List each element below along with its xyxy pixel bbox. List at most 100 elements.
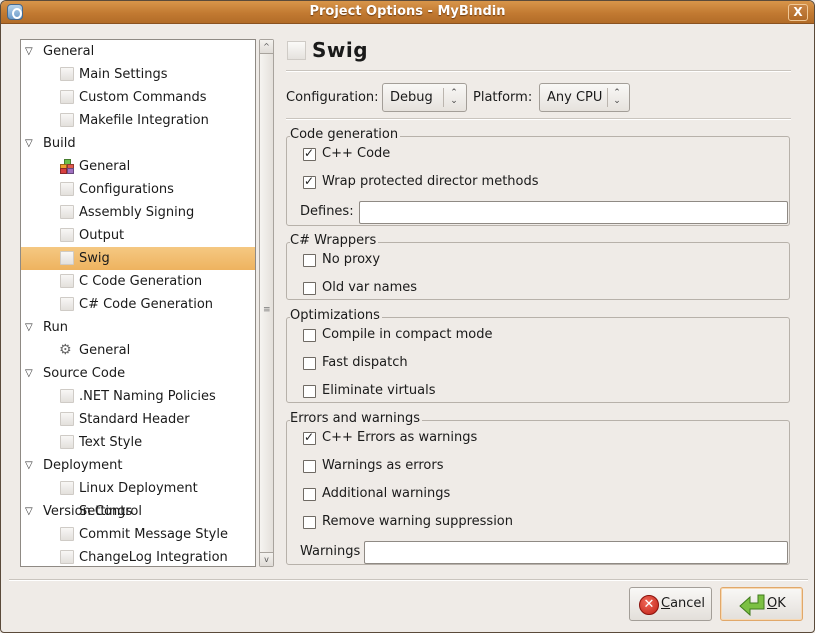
cancel-label-rest: ancel	[670, 596, 706, 611]
tree-item-csharp-code-generation[interactable]: C# Code Generation	[21, 293, 255, 316]
tree-item-output[interactable]: Output	[21, 224, 255, 247]
blank-page-icon	[60, 297, 74, 311]
blank-page-icon	[60, 67, 74, 81]
fast-dispatch-label: Fast dispatch	[322, 355, 408, 370]
expander-icon[interactable]: ▽	[25, 40, 33, 63]
cancel-icon: ✕	[639, 595, 659, 615]
cancel-mnemonic: C	[661, 596, 671, 611]
tree-category-deployment[interactable]: ▽ Deployment	[21, 454, 255, 477]
warnings-input[interactable]	[364, 541, 788, 564]
old-var-names-checkbox[interactable]	[303, 282, 316, 295]
tree-item-label: C Code Generation	[79, 274, 203, 289]
tree-category-general[interactable]: ▽ General	[21, 40, 255, 63]
tree-item-label: Swig	[79, 251, 110, 266]
ok-button[interactable]: OK	[720, 587, 803, 621]
wrap-protected-checkbox[interactable]	[303, 174, 316, 189]
configuration-label: Configuration:	[286, 90, 379, 105]
tree-item-configurations[interactable]: Configurations	[21, 178, 255, 201]
tree-category-label: Build	[43, 136, 76, 151]
project-options-dialog: Project Options - MyBindin X ▽ General M…	[0, 0, 815, 633]
remove-warning-suppression-label: Remove warning suppression	[322, 514, 514, 529]
tree-category-source-code[interactable]: ▽ Source Code	[21, 362, 255, 385]
combo-divider	[443, 88, 444, 107]
expander-icon[interactable]: ▽	[25, 316, 33, 339]
tree-scrollbar[interactable]: ^ ≡ v	[259, 39, 274, 567]
tree-item-text-style[interactable]: Text Style	[21, 431, 255, 454]
fast-dispatch-checkbox[interactable]	[303, 357, 316, 370]
cpp-code-label: C++ Code	[322, 146, 391, 161]
tree-category-version-control[interactable]: ▽ Version Control	[21, 500, 255, 523]
title-bar[interactable]: Project Options - MyBindin X	[1, 1, 814, 24]
blank-page-icon	[60, 274, 74, 288]
no-proxy-checkbox[interactable]	[303, 254, 316, 267]
ok-arrow-icon	[739, 594, 765, 616]
remove-warning-suppression-checkbox[interactable]	[303, 516, 316, 529]
cpp-errors-as-warnings-label: C++ Errors as warnings	[322, 430, 478, 445]
tree-item-changelog-integration[interactable]: ChangeLog Integration	[21, 546, 255, 566]
tree-category-label: General	[43, 44, 95, 59]
header-separator	[286, 70, 791, 72]
code-generation-title: Code generation	[290, 127, 401, 142]
compact-mode-checkbox[interactable]	[303, 329, 316, 342]
tree-item-build-general[interactable]: General	[21, 155, 255, 178]
tree-item-main-settings[interactable]: Main Settings	[21, 63, 255, 86]
additional-warnings-label: Additional warnings	[322, 486, 451, 501]
blank-page-icon	[60, 251, 74, 265]
scroll-up-button[interactable]: ^	[260, 40, 273, 54]
cancel-label: Cancel	[661, 596, 705, 611]
gears-icon: ⚙	[59, 342, 72, 358]
tree-item-label: .NET Naming Policies	[79, 389, 216, 404]
cancel-button[interactable]: ✕ Cancel	[629, 587, 712, 621]
no-proxy-label: No proxy	[322, 252, 381, 267]
tree-item-run-general[interactable]: ⚙ General	[21, 339, 255, 362]
expander-icon[interactable]: ▽	[25, 362, 33, 385]
tree-item-linux-deployment-settings[interactable]: Linux Deployment Settings	[21, 477, 255, 519]
ok-label-rest: K	[777, 596, 786, 611]
page-title: Swig	[312, 38, 369, 62]
expander-icon[interactable]: ▽	[25, 132, 33, 155]
tree-item-swig[interactable]: Swig	[21, 247, 255, 270]
eliminate-virtuals-checkbox[interactable]	[303, 385, 316, 398]
tree-item-net-naming-policies[interactable]: .NET Naming Policies	[21, 385, 255, 408]
blank-page-icon	[60, 550, 74, 564]
grip-icon: ≡	[263, 305, 271, 315]
tree-category-build[interactable]: ▽ Build	[21, 132, 255, 155]
expander-icon[interactable]: ▽	[25, 454, 33, 477]
warnings-as-errors-label: Warnings as errors	[322, 458, 444, 473]
defines-input[interactable]	[359, 201, 788, 224]
configuration-combo[interactable]: Debug ⌃ ⌄	[382, 83, 467, 112]
tree-item-commit-message-style[interactable]: Commit Message Style	[21, 523, 255, 546]
warnings-as-errors-checkbox[interactable]	[303, 460, 316, 473]
tree-item-standard-header[interactable]: Standard Header	[21, 408, 255, 431]
tree-item-custom-commands[interactable]: Custom Commands	[21, 86, 255, 109]
blank-page-icon	[60, 435, 74, 449]
ok-mnemonic: O	[767, 596, 778, 611]
tree-item-c-code-generation[interactable]: C Code Generation	[21, 270, 255, 293]
tree-category-run[interactable]: ▽ Run	[21, 316, 255, 339]
tree-category-label: Run	[43, 320, 68, 335]
cpp-code-checkbox[interactable]	[303, 146, 316, 161]
warnings-label: Warnings	[300, 544, 361, 559]
scroll-thumb[interactable]: ≡	[260, 54, 273, 552]
tree-item-label: General	[79, 159, 131, 174]
tree-item-makefile-integration[interactable]: Makefile Integration	[21, 109, 255, 132]
blank-page-icon	[60, 228, 74, 242]
tree-item-label: Assembly Signing	[79, 205, 195, 220]
additional-warnings-checkbox[interactable]	[303, 488, 316, 501]
blank-page-icon	[60, 113, 74, 127]
tree-item-assembly-signing[interactable]: Assembly Signing	[21, 201, 255, 224]
scroll-down-button[interactable]: v	[260, 552, 273, 566]
close-button[interactable]: X	[788, 4, 808, 21]
csharp-wrappers-title: C# Wrappers	[290, 233, 379, 248]
optimizations-title: Optimizations	[290, 308, 382, 323]
tree-item-label: Makefile Integration	[79, 113, 209, 128]
configuration-value: Debug	[390, 90, 433, 105]
page-icon	[287, 41, 306, 60]
tree-item-label: Standard Header	[79, 412, 190, 427]
defines-label: Defines:	[300, 204, 354, 219]
expander-icon[interactable]: ▽	[25, 500, 33, 523]
window-title: Project Options - MyBindin	[309, 4, 506, 19]
platform-combo[interactable]: Any CPU ⌃ ⌄	[539, 83, 630, 112]
cpp-errors-as-warnings-checkbox[interactable]	[303, 430, 316, 445]
errors-warnings-title: Errors and warnings	[290, 411, 423, 426]
